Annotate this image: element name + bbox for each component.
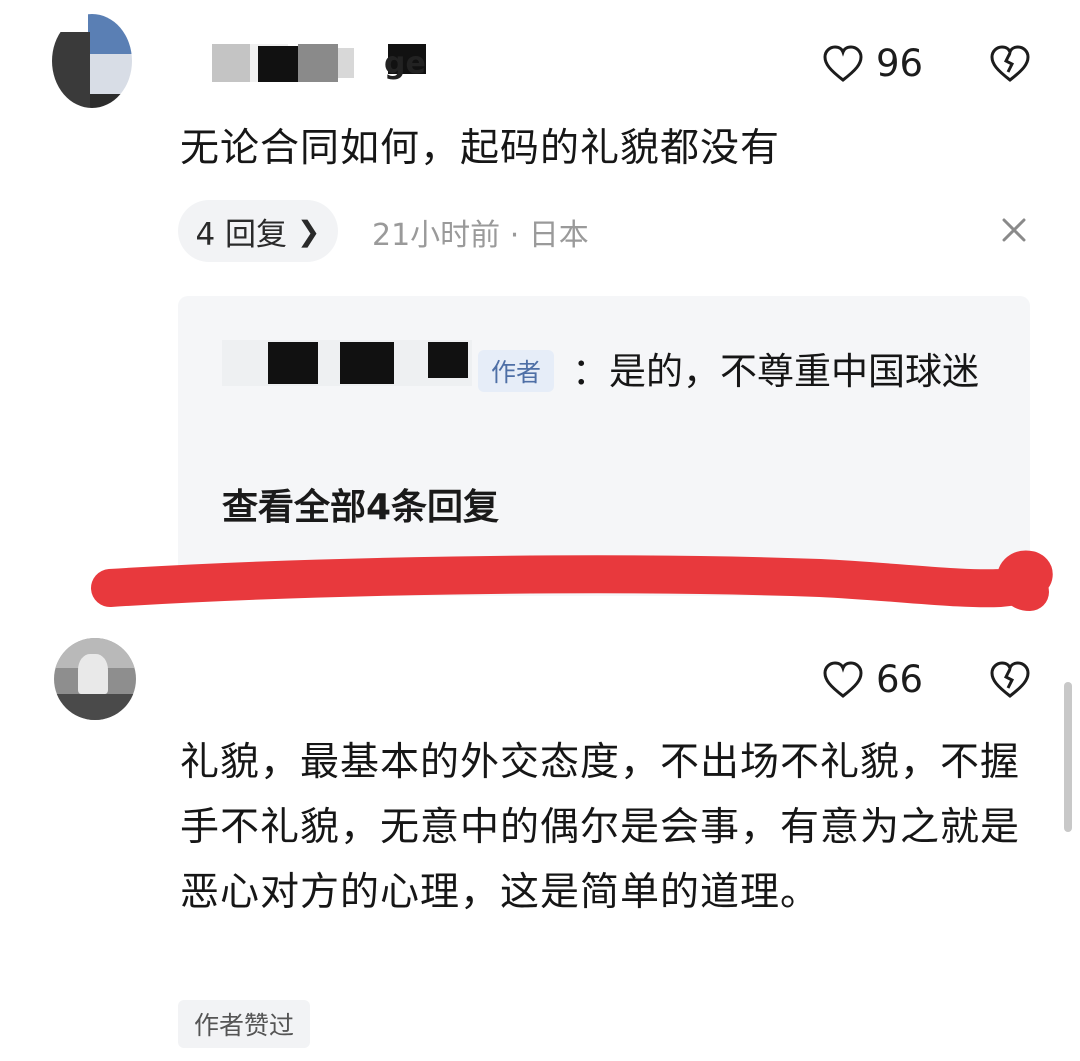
avatar[interactable] xyxy=(54,638,136,720)
username-fragment: ge xyxy=(384,46,426,81)
close-icon[interactable] xyxy=(996,212,1032,248)
author-liked-badge: 作者赞过 xyxy=(178,1000,310,1048)
heart-icon[interactable] xyxy=(822,44,864,84)
timestamp-location: 21小时前 · 日本 xyxy=(372,218,589,253)
reply-text: ：是的，不尊重中国球迷 xyxy=(572,350,979,393)
like-count: 66 xyxy=(876,658,924,701)
broken-heart-icon[interactable] xyxy=(988,660,1032,700)
replies-label: 4 回复 xyxy=(195,216,288,253)
replies-button[interactable]: 4 回复 ❯ xyxy=(178,200,338,262)
broken-heart-icon[interactable] xyxy=(988,44,1032,84)
avatar[interactable] xyxy=(52,14,132,108)
annotation-stroke xyxy=(0,548,1080,628)
like-count: 96 xyxy=(876,42,924,85)
chevron-right-icon: ❯ xyxy=(297,214,321,248)
comment-text: 无论合同如何，起码的礼貌都没有 xyxy=(180,126,781,171)
scrollbar[interactable] xyxy=(1064,682,1072,832)
heart-icon[interactable] xyxy=(822,660,864,700)
comment-text: 礼貌，最基本的外交态度，不出场不礼貌，不握手不礼貌，无意中的偶尔是会事，有意为之… xyxy=(180,740,1021,915)
view-all-replies-link[interactable]: 查看全部4条回复 xyxy=(222,478,499,530)
